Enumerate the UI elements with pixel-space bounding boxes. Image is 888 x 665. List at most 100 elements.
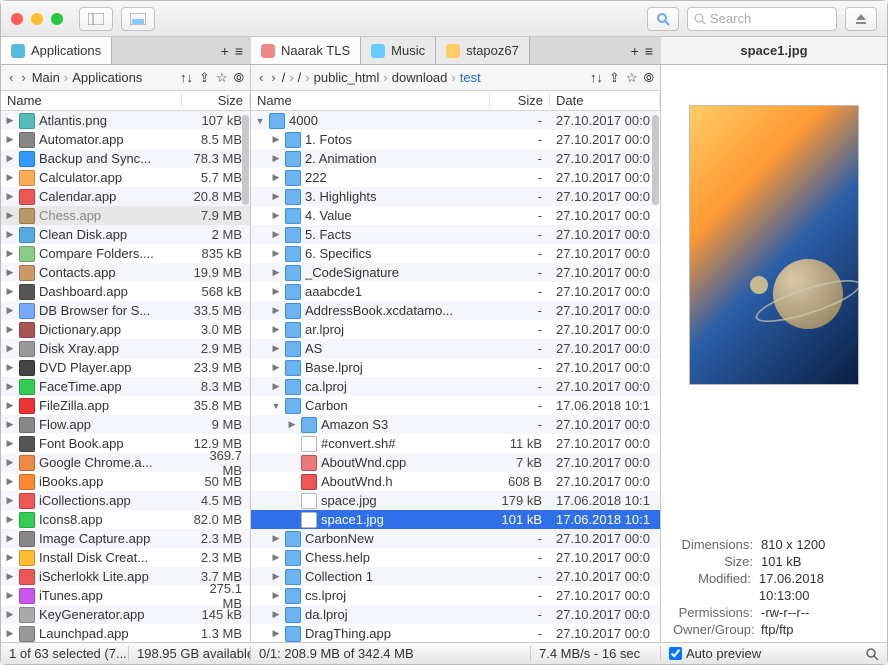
breadcrumb[interactable]: Main <box>32 70 60 85</box>
disclosure-icon[interactable]: ▶ <box>271 305 281 316</box>
list-item[interactable]: ▶AS-27.10.2017 00:0 <box>251 339 660 358</box>
disclosure-icon[interactable]: ▶ <box>5 476 15 487</box>
disclosure-icon[interactable]: ▶ <box>271 286 281 297</box>
disclosure-icon[interactable]: ▶ <box>5 590 15 601</box>
list-item[interactable]: ▶Amazon S3-27.10.2017 00:0 <box>251 415 660 434</box>
list-item[interactable]: ▶Dashboard.app568 kB <box>1 282 250 301</box>
list-item[interactable]: ▶DB Browser for S...33.5 MB <box>1 301 250 320</box>
list-item[interactable]: ▶_CodeSignature-27.10.2017 00:0 <box>251 263 660 282</box>
disclosure-icon[interactable]: ▶ <box>5 609 15 620</box>
list-item[interactable]: ▶Collection 1-27.10.2017 00:0 <box>251 567 660 586</box>
disclosure-icon[interactable]: ▶ <box>271 248 281 259</box>
list-item[interactable]: ▶3. Highlights-27.10.2017 00:0 <box>251 187 660 206</box>
share-icon[interactable]: ⇪ <box>609 70 620 86</box>
disclosure-icon[interactable]: ▶ <box>5 457 15 468</box>
disclosure-icon[interactable]: ▶ <box>5 229 15 240</box>
view-button[interactable] <box>121 7 155 31</box>
list-item[interactable]: ▶iBooks.app50 MB <box>1 472 250 491</box>
disclosure-icon[interactable]: ▶ <box>5 210 15 221</box>
list-item[interactable]: ▶1. Fotos-27.10.2017 00:0 <box>251 130 660 149</box>
sidebar-toggle-button[interactable] <box>79 7 113 31</box>
disclosure-icon[interactable]: ▶ <box>271 324 281 335</box>
disclosure-icon[interactable]: ▼ <box>255 116 265 126</box>
list-item[interactable]: ▶Launchpad.app1.3 MB <box>1 624 250 642</box>
tab-naarak-tls[interactable]: Naarak TLS <box>251 37 361 64</box>
col-name[interactable]: Name <box>1 93 182 108</box>
back-button[interactable]: ‹ <box>7 70 15 85</box>
list-item[interactable]: AboutWnd.h608 B27.10.2017 00:0 <box>251 472 660 491</box>
list-item[interactable]: ▶Disk Xray.app2.9 MB <box>1 339 250 358</box>
close-icon[interactable] <box>11 13 23 25</box>
list-item[interactable]: ▶6. Specifics-27.10.2017 00:0 <box>251 244 660 263</box>
list-item[interactable]: ▶Base.lproj-27.10.2017 00:0 <box>251 358 660 377</box>
list-item[interactable]: ▶FileZilla.app35.8 MB <box>1 396 250 415</box>
list-item[interactable]: ▶Compare Folders....835 kB <box>1 244 250 263</box>
list-item[interactable]: ▶Chess.help-27.10.2017 00:0 <box>251 548 660 567</box>
disclosure-icon[interactable]: ▶ <box>5 362 15 373</box>
list-item[interactable]: ▶Icons8.app82.0 MB <box>1 510 250 529</box>
disclosure-icon[interactable]: ▶ <box>271 343 281 354</box>
disclosure-icon[interactable]: ▶ <box>5 248 15 259</box>
disclosure-icon[interactable]: ▶ <box>5 305 15 316</box>
col-size[interactable]: Size <box>182 93 250 108</box>
list-item[interactable]: ▶Image Capture.app2.3 MB <box>1 529 250 548</box>
disclosure-icon[interactable]: ▶ <box>271 210 281 221</box>
disclosure-icon[interactable]: ▶ <box>5 267 15 278</box>
disclosure-icon[interactable]: ▶ <box>5 495 15 506</box>
disclosure-icon[interactable]: ▶ <box>287 419 297 430</box>
list-item[interactable]: ▼Carbon-17.06.2018 10:1 <box>251 396 660 415</box>
wifi-icon[interactable]: ⦾ <box>644 70 654 86</box>
disclosure-icon[interactable]: ▶ <box>271 134 281 145</box>
breadcrumb[interactable]: Applications <box>72 70 142 85</box>
list-item[interactable]: ▶Google Chrome.a...369.7 MB <box>1 453 250 472</box>
list-item[interactable]: ▶4. Value-27.10.2017 00:0 <box>251 206 660 225</box>
list-item[interactable]: ▶iTunes.app275.1 MB <box>1 586 250 605</box>
tab-stapoz67[interactable]: stapoz67 <box>436 37 530 64</box>
search-button[interactable] <box>647 7 679 31</box>
disclosure-icon[interactable]: ▶ <box>271 362 281 373</box>
refresh-icon[interactable]: ↑↓ <box>180 70 193 86</box>
list-item[interactable]: ▼4000-27.10.2017 00:0 <box>251 111 660 130</box>
list-item[interactable]: ▶Calendar.app20.8 MB <box>1 187 250 206</box>
col-name[interactable]: Name <box>251 93 490 108</box>
fwd-button[interactable]: › <box>269 70 277 85</box>
disclosure-icon[interactable]: ▶ <box>271 153 281 164</box>
disclosure-icon[interactable]: ▼ <box>271 401 281 411</box>
star-icon[interactable]: ☆ <box>626 70 638 86</box>
list-item[interactable]: ▶Clean Disk.app2 MB <box>1 225 250 244</box>
search-input[interactable]: Search <box>687 7 837 31</box>
col-date[interactable]: Date <box>550 93 660 108</box>
back-button[interactable]: ‹ <box>257 70 265 85</box>
tab-music[interactable]: Music <box>361 37 436 64</box>
disclosure-icon[interactable]: ▶ <box>271 381 281 392</box>
disclosure-icon[interactable]: ▶ <box>271 571 281 582</box>
auto-preview-input[interactable] <box>669 647 682 660</box>
disclosure-icon[interactable]: ▶ <box>271 191 281 202</box>
star-icon[interactable]: ☆ <box>216 70 228 86</box>
list-item[interactable]: ▶Dictionary.app3.0 MB <box>1 320 250 339</box>
breadcrumb[interactable]: public_html <box>314 70 380 85</box>
list-item[interactable]: ▶AddressBook.xcdatamo...-27.10.2017 00:0 <box>251 301 660 320</box>
add-tab-button[interactable]: + <box>631 43 639 59</box>
list-item[interactable]: ▶da.lproj-27.10.2017 00:0 <box>251 605 660 624</box>
breadcrumb[interactable]: download <box>392 70 448 85</box>
scrollbar-thumb[interactable] <box>242 115 249 205</box>
list-item[interactable]: ▶aaabcde1-27.10.2017 00:0 <box>251 282 660 301</box>
list-item[interactable]: ▶Install Disk Creat...2.3 MB <box>1 548 250 567</box>
disclosure-icon[interactable]: ▶ <box>5 438 15 449</box>
disclosure-icon[interactable]: ▶ <box>5 191 15 202</box>
disclosure-icon[interactable]: ▶ <box>271 590 281 601</box>
list-item[interactable]: AboutWnd.cpp7 kB27.10.2017 00:0 <box>251 453 660 472</box>
disclosure-icon[interactable]: ▶ <box>271 552 281 563</box>
disclosure-icon[interactable]: ▶ <box>5 324 15 335</box>
disclosure-icon[interactable]: ▶ <box>271 229 281 240</box>
tab-menu-button[interactable]: ≡ <box>645 43 653 59</box>
list-item[interactable]: ▶DVD Player.app23.9 MB <box>1 358 250 377</box>
disclosure-icon[interactable]: ▶ <box>271 267 281 278</box>
list-item[interactable]: ▶iCollections.app4.5 MB <box>1 491 250 510</box>
mid-file-list[interactable]: ▼4000-27.10.2017 00:0▶1. Fotos-27.10.201… <box>251 111 660 642</box>
list-item[interactable]: ▶Calculator.app5.7 MB <box>1 168 250 187</box>
list-item[interactable]: ▶ca.lproj-27.10.2017 00:0 <box>251 377 660 396</box>
fwd-button[interactable]: › <box>19 70 27 85</box>
breadcrumb[interactable]: / <box>298 70 302 85</box>
